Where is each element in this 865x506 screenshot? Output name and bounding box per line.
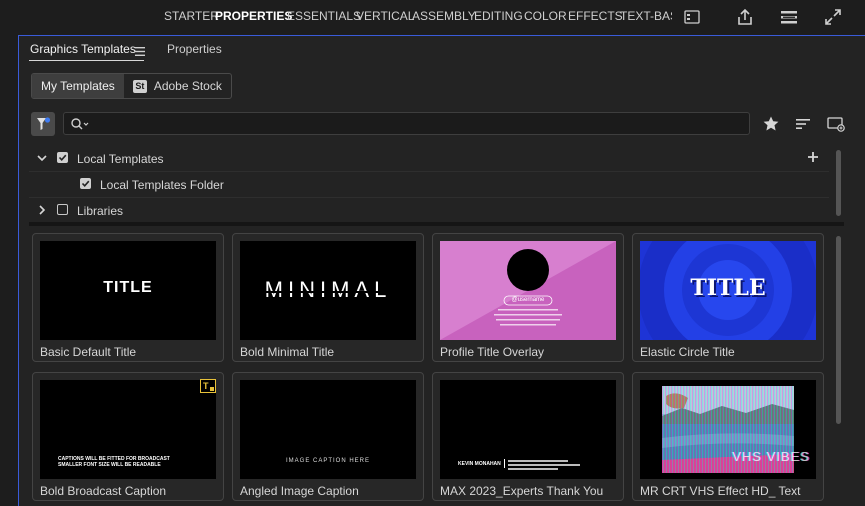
tree-row-local-templates[interactable]: Local Templates bbox=[29, 146, 829, 172]
template-name: Bold Broadcast Caption bbox=[40, 484, 167, 498]
adobe-stock-label: Adobe Stock bbox=[153, 79, 222, 93]
hamburger-icon[interactable] bbox=[135, 43, 145, 61]
libraries-label: Libraries bbox=[77, 204, 124, 218]
thumbnail-caption-text: CAPTIONS WILL BE FITTED FOR BROADCAST SM… bbox=[58, 456, 170, 468]
thumbnail-title-text: TITLE bbox=[103, 279, 153, 296]
local-templates-checkbox[interactable] bbox=[57, 152, 68, 163]
thumbnail-line bbox=[508, 460, 568, 462]
star-icon[interactable] bbox=[760, 113, 782, 135]
workspace-bar: STARTER PROPERTIES ESSENTIALS VERTICAL A… bbox=[0, 0, 865, 34]
filter-icon bbox=[37, 117, 51, 130]
search-icon bbox=[70, 117, 90, 136]
adobe-stock-icon: St bbox=[132, 79, 147, 93]
thumbnail-title-text: TITLE bbox=[690, 275, 766, 301]
template-card[interactable]: MINIMAL Bold Minimal Title bbox=[232, 233, 424, 362]
local-templates-label: Local Templates bbox=[77, 152, 164, 166]
workspace-tab-text-based-editing[interactable]: TEXT-BASED EDITING bbox=[620, 9, 672, 23]
workspace-menu-icon[interactable] bbox=[778, 6, 800, 28]
workspace-tabs: STARTER PROPERTIES ESSENTIALS VERTICAL A… bbox=[160, 0, 672, 34]
template-card[interactable]: VHS VIBES MR CRT VHS Effect HD_ Text bbox=[632, 372, 824, 501]
libraries-checkbox[interactable] bbox=[57, 204, 68, 215]
template-thumbnail: @username bbox=[440, 241, 616, 340]
template-card[interactable]: CAPTIONS WILL BE FITTED FOR BROADCAST SM… bbox=[32, 372, 224, 501]
workspace-tab-vertical[interactable]: VERTICAL bbox=[356, 9, 414, 23]
tree-scrollbar[interactable] bbox=[836, 150, 841, 216]
thumbnail-title-text: MINIMAL bbox=[264, 277, 392, 302]
template-name: MAX 2023_Experts Thank You bbox=[440, 484, 604, 498]
thumbnail-divider bbox=[504, 459, 505, 468]
template-thumbnail: TITLE bbox=[640, 241, 816, 340]
template-name: Bold Minimal Title bbox=[240, 345, 335, 359]
template-source-toggle: My Templates St Adobe Stock bbox=[31, 73, 232, 99]
search-field[interactable] bbox=[63, 112, 750, 135]
panel-tabs: Graphics Templates Properties bbox=[19, 36, 865, 64]
template-card[interactable]: TITLE Elastic Circle Title bbox=[632, 233, 824, 362]
tab-properties[interactable]: Properties bbox=[167, 42, 222, 56]
template-thumbnail: CAPTIONS WILL BE FITTED FOR BROADCAST SM… bbox=[40, 380, 216, 479]
template-thumbnail: IMAGE CAPTION HERE bbox=[240, 380, 416, 479]
tab-graphics-templates[interactable]: Graphics Templates bbox=[30, 42, 136, 56]
adobe-stock-button[interactable]: St Adobe Stock bbox=[124, 74, 231, 98]
workspace-tab-properties[interactable]: PROPERTIES bbox=[215, 9, 292, 23]
template-name: Profile Title Overlay bbox=[440, 345, 545, 359]
workspace-tab-effects[interactable]: EFFECTS bbox=[568, 9, 623, 23]
thumbnail-vhs-text: VHS VIBES bbox=[732, 449, 810, 464]
thumbnail-line bbox=[508, 468, 558, 470]
template-thumbnail: VHS VIBES bbox=[640, 380, 816, 479]
grid-scrollbar[interactable] bbox=[836, 236, 841, 424]
add-icon[interactable] bbox=[807, 151, 819, 166]
template-thumbnail: KEVIN MONAHAN bbox=[440, 380, 616, 479]
template-card[interactable]: KEVIN MONAHAN MAX 2023_Experts Thank You bbox=[432, 372, 624, 501]
tree-row-local-templates-folder[interactable]: Local Templates Folder bbox=[29, 172, 829, 198]
template-name: Basic Default Title bbox=[40, 345, 137, 359]
thumbnail-name-text: KEVIN MONAHAN bbox=[458, 461, 501, 467]
new-folder-icon[interactable] bbox=[825, 113, 847, 135]
active-tab-indicator bbox=[29, 60, 144, 61]
workspace-tab-assembly[interactable]: ASSEMBLY bbox=[412, 9, 476, 23]
template-thumbnail: TITLE bbox=[40, 241, 216, 340]
template-name: MR CRT VHS Effect HD_ Text bbox=[640, 484, 801, 498]
workspace-tab-color[interactable]: COLOR bbox=[524, 9, 567, 23]
thumbnail-strike-line bbox=[262, 291, 394, 293]
svg-text:T: T bbox=[203, 381, 209, 391]
profile-thumbnail-art bbox=[440, 241, 616, 340]
my-templates-button[interactable]: My Templates bbox=[32, 74, 124, 98]
template-thumbnail: MINIMAL bbox=[240, 241, 416, 340]
filter-button[interactable] bbox=[31, 112, 55, 136]
thumbnail-line bbox=[508, 464, 580, 466]
tree-row-libraries[interactable]: Libraries bbox=[29, 198, 829, 223]
fullscreen-icon[interactable] bbox=[822, 6, 844, 28]
workspace-tab-editing[interactable]: EDITING bbox=[474, 9, 523, 23]
template-card[interactable]: TITLE Basic Default Title bbox=[32, 233, 224, 362]
panel-menu-icon[interactable] bbox=[681, 6, 703, 28]
chevron-right-icon[interactable] bbox=[35, 203, 49, 217]
template-name: Elastic Circle Title bbox=[640, 345, 735, 359]
local-templates-folder-label: Local Templates Folder bbox=[100, 178, 224, 192]
template-name: Angled Image Caption bbox=[240, 484, 359, 498]
text-template-badge-icon: T bbox=[200, 379, 216, 398]
grid-divider bbox=[29, 222, 844, 226]
thumbnail-username-text: @username bbox=[511, 297, 545, 303]
graphics-templates-panel: Graphics Templates Properties My Templat… bbox=[18, 35, 865, 506]
local-templates-folder-checkbox[interactable] bbox=[80, 178, 91, 189]
workspace-tab-starter[interactable]: STARTER bbox=[164, 9, 219, 23]
workspace-tab-essentials[interactable]: ESSENTIALS bbox=[287, 9, 361, 23]
search-input[interactable] bbox=[94, 115, 738, 134]
template-card[interactable]: IMAGE CAPTION HERE Angled Image Caption bbox=[232, 372, 424, 501]
share-icon[interactable] bbox=[734, 6, 756, 28]
template-card[interactable]: @username Profile Title Overlay bbox=[432, 233, 624, 362]
sort-icon[interactable] bbox=[792, 113, 814, 135]
chevron-down-icon[interactable] bbox=[35, 151, 49, 165]
thumbnail-caption-text: IMAGE CAPTION HERE bbox=[285, 458, 370, 464]
